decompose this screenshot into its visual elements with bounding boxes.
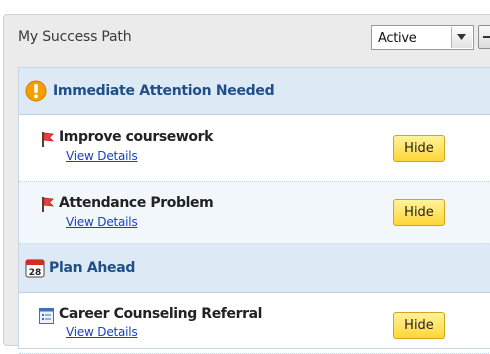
hide-button[interactable]: Hide [393,135,445,162]
list-item: Improve coursework View Details Hide [19,115,490,182]
view-details-link[interactable]: View Details [66,149,138,163]
exclamation-icon [25,80,47,106]
widget-header: My Success Path Active [4,15,490,59]
status-filter-value: Active [378,31,417,46]
calendar-day: 28 [29,268,42,278]
red-flag-icon [39,131,55,151]
hide-button[interactable]: Hide [393,312,445,339]
view-details-link[interactable]: View Details [66,325,138,339]
calendar-icon: 28 [25,258,45,282]
hide-button[interactable]: Hide [393,199,445,226]
status-filter-select[interactable]: Active [371,25,474,50]
item-title: Attendance Problem [59,195,214,211]
section-title: Plan Ahead [49,260,136,276]
collapse-widget-button[interactable] [478,25,490,49]
view-details-link[interactable]: View Details [66,215,138,229]
page-top-area [0,0,490,14]
list-item: Attendance Problem View Details Hide [19,182,490,244]
chevron-down-icon[interactable] [451,27,472,48]
success-path-panel: Immediate Attention Needed Improve cours… [18,67,490,354]
section-immediate-attention: Immediate Attention Needed [19,68,490,115]
section-plan-ahead: 28 Plan Ahead [19,244,490,293]
form-icon [39,308,54,328]
item-title: Improve coursework [59,129,214,145]
widget-title: My Success Path [18,29,132,45]
success-path-widget: My Success Path Active Immediate Attenti… [3,14,490,354]
list-item: Career Counseling Referral View Details … [19,293,490,354]
section-title: Immediate Attention Needed [53,83,275,99]
item-title: Career Counseling Referral [59,306,263,322]
red-flag-icon [39,196,55,216]
